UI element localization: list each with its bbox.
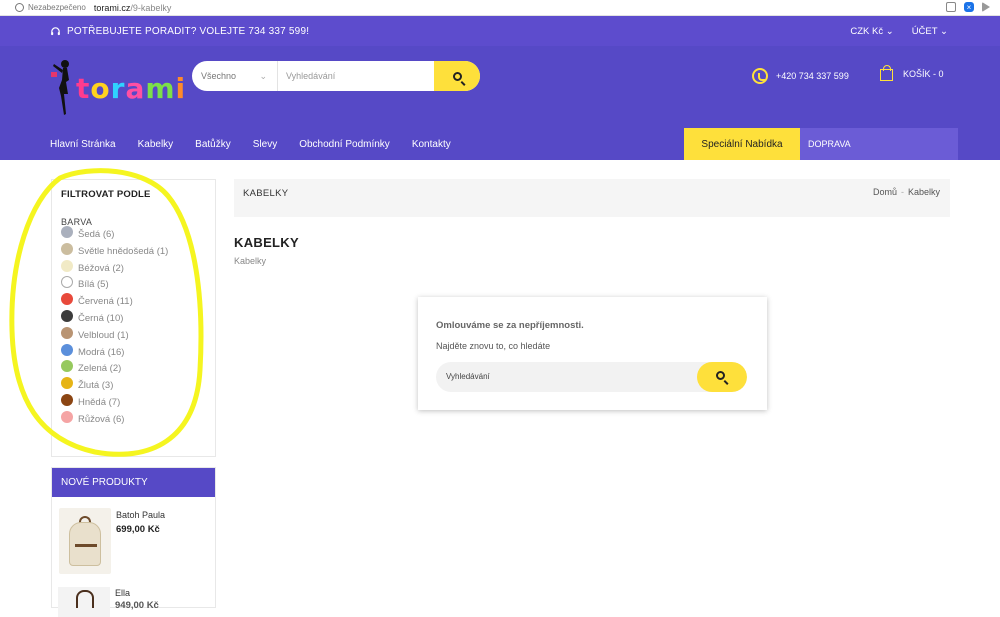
help-line: POTŘEBUJETE PORADIT? VOLEJTE 734 337 599… <box>50 26 309 37</box>
globe-icon <box>15 3 24 12</box>
woman-silhouette-icon <box>51 60 69 115</box>
breadcrumb-home[interactable]: Domů <box>873 187 897 197</box>
no-results-box: Omlouváme se za nepříjemnosti. Najděte z… <box>418 297 767 410</box>
page-subtitle: Kabelky <box>234 256 267 266</box>
search-button[interactable] <box>434 61 480 91</box>
no-results-search-button[interactable] <box>697 362 747 392</box>
cart-label: KOŠÍK - 0 <box>903 69 944 79</box>
cart-link[interactable]: KOŠÍK - 0 <box>880 65 944 81</box>
color-option-zelena[interactable]: Zelená (2) <box>61 360 168 377</box>
logo[interactable]: torami <box>50 58 185 116</box>
currency-dropdown[interactable]: CZK Kč ⌄ <box>850 26 893 37</box>
product-name[interactable]: Ella <box>115 588 130 598</box>
header: torami Všechno ⌄ Vyhledávání +420 734 337… <box>0 46 1000 128</box>
nav-item-home[interactable]: Hlavní Stránka <box>50 139 116 150</box>
category-header-bar: KABELKY Domů - Kabelky <box>234 179 950 217</box>
headset-icon <box>51 26 60 35</box>
header-search: Všechno ⌄ Vyhledávání <box>192 61 480 91</box>
product-name[interactable]: Batoh Paula <box>116 510 165 520</box>
browser-address-bar: Nezabezpečeno torami.cz/9-kabelky × <box>0 0 1000 16</box>
breadcrumb-current: Kabelky <box>907 187 940 197</box>
nav-item-slevy[interactable]: Slevy <box>253 139 277 150</box>
no-results-search: Vyhledávání <box>436 362 747 392</box>
url-field[interactable]: torami.cz/9-kabelky <box>94 3 172 13</box>
chevron-down-icon: ⌄ <box>940 25 948 37</box>
top-bar: POTŘEBUJETE PORADIT? VOLEJTE 734 337 599… <box>0 16 1000 46</box>
nav-item-contacts[interactable]: Kontakty <box>412 139 451 150</box>
color-swatch <box>61 293 73 306</box>
nav-item-kabelky[interactable]: Kabelky <box>138 139 174 150</box>
phone-number: +420 734 337 599 <box>776 71 849 81</box>
category-bar-title: KABELKY <box>243 188 289 199</box>
special-offer-button[interactable]: Speciální Nabídka <box>684 128 800 160</box>
account-dropdown[interactable]: ÚČET ⌄ <box>912 26 948 37</box>
search-icon <box>452 71 462 81</box>
product-price: 699,00 Kč <box>116 524 160 535</box>
search-input[interactable]: Vyhledávání <box>278 61 434 91</box>
security-label: Nezabezpečeno <box>28 3 86 12</box>
phone-contact[interactable]: +420 734 337 599 <box>752 68 849 84</box>
chevron-down-icon: ⌄ <box>885 25 894 37</box>
search-icon <box>716 371 725 380</box>
no-results-text: Najděte znovu to, co hledáte <box>436 341 551 351</box>
chevron-down-icon: ⌄ <box>259 70 267 81</box>
color-option-velbloud[interactable]: Velbloud (1) <box>61 326 168 344</box>
color-option-cervena[interactable]: Červená (11) <box>61 293 168 310</box>
color-swatch <box>61 259 73 272</box>
color-option-bila[interactable]: Bílá (5) <box>61 276 168 293</box>
nav-item-terms[interactable]: Obchodní Podmínky <box>299 139 390 150</box>
whatsapp-icon <box>752 68 768 84</box>
product-image[interactable] <box>58 587 110 617</box>
help-text: POTŘEBUJETE PORADIT? VOLEJTE 734 337 599… <box>67 25 310 37</box>
shipping-link[interactable]: DOPRAVA <box>800 128 958 160</box>
logo-wordmark: torami <box>76 72 187 105</box>
color-filter-list: Šedá (6) Světle hnědošedá (1) Béžová (2)… <box>61 226 168 428</box>
filter-panel: FILTROVAT PODLE BARVA Šedá (6) Světle hn… <box>51 179 216 457</box>
color-option-seda[interactable]: Šedá (6) <box>61 226 168 243</box>
color-swatch <box>61 276 73 289</box>
extension-icon[interactable]: × <box>964 2 974 12</box>
color-swatch <box>61 343 73 356</box>
filter-title: FILTROVAT PODLE <box>61 189 151 200</box>
color-option-hneda[interactable]: Hnědá (7) <box>61 393 168 411</box>
color-swatch <box>61 326 73 339</box>
product-image[interactable] <box>59 508 111 574</box>
no-results-title: Omlouváme se za nepříjemnosti. <box>436 320 584 331</box>
color-swatch <box>61 226 73 238</box>
new-products-title: NOVÉ PRODUKTY <box>52 468 215 497</box>
color-option-ruzova[interactable]: Růžová (6) <box>61 410 168 428</box>
color-option-cerna[interactable]: Černá (10) <box>61 309 168 327</box>
color-swatch <box>61 242 73 255</box>
color-swatch <box>61 309 73 322</box>
camera-icon[interactable] <box>946 2 956 12</box>
page-title: KABELKY <box>234 235 299 250</box>
color-swatch <box>61 393 73 406</box>
nav-item-batuzky[interactable]: Batůžky <box>195 139 231 150</box>
product-price: 949,00 Kč <box>115 600 159 611</box>
product-item[interactable]: Ella 949,00 Kč <box>51 577 216 617</box>
color-option-svetle-hnedoseda[interactable]: Světle hnědošedá (1) <box>61 242 168 260</box>
search-category-select[interactable]: Všechno ⌄ <box>192 61 278 91</box>
color-option-zluta[interactable]: Žlutá (3) <box>61 377 168 394</box>
no-results-search-input[interactable]: Vyhledávání <box>446 372 490 381</box>
shopping-bag-icon <box>880 65 893 81</box>
color-option-modra[interactable]: Modrá (16) <box>61 343 168 361</box>
color-swatch <box>61 377 73 390</box>
send-icon[interactable] <box>982 2 990 12</box>
breadcrumb: Domů - Kabelky <box>872 187 940 197</box>
product-item[interactable]: Batoh Paula 699,00 Kč <box>52 497 215 577</box>
color-swatch <box>61 410 73 423</box>
color-option-bezova[interactable]: Béžová (2) <box>61 259 168 277</box>
color-swatch <box>61 360 73 373</box>
